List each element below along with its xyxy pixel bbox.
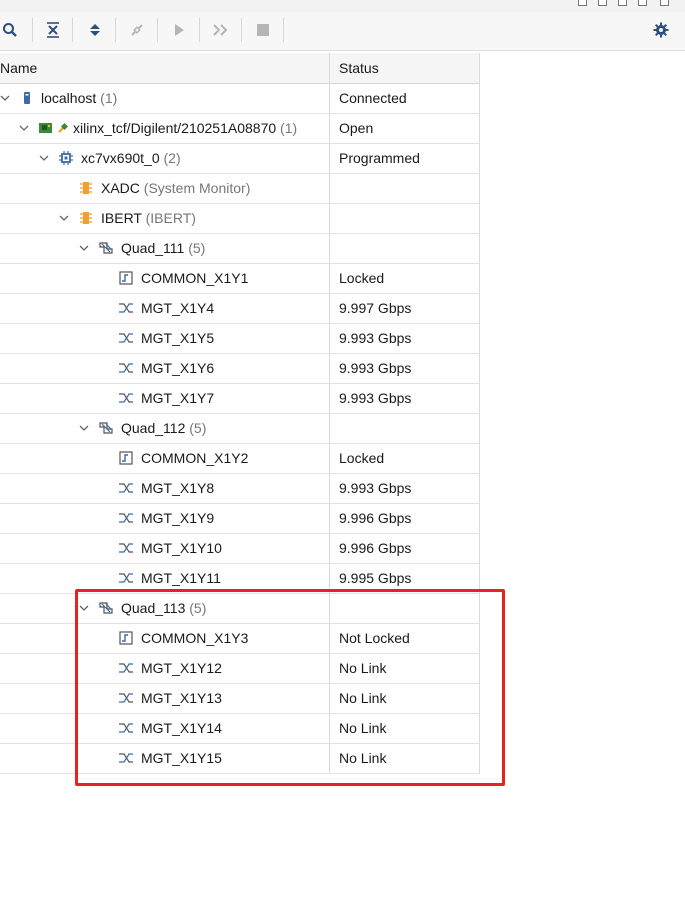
status-cell: Locked xyxy=(339,450,385,466)
tree-row-mgt[interactable]: MGT_X1Y8 9.993 Gbps xyxy=(0,473,480,504)
status-cell: 9.997 Gbps xyxy=(339,300,412,316)
toolbar xyxy=(0,12,685,51)
server-icon xyxy=(19,90,35,106)
tree-row-label: COMMON_X1Y2 xyxy=(141,450,249,466)
status-cell: Open xyxy=(339,120,374,136)
run-icon[interactable] xyxy=(169,20,189,40)
status-cell: 9.993 Gbps xyxy=(339,480,412,496)
tree-row-label: MGT_X1Y4 xyxy=(141,300,215,316)
expand-all-icon[interactable] xyxy=(85,20,105,40)
tree-row-label: MGT_X1Y5 xyxy=(141,330,215,346)
tree-row-label: MGT_X1Y8 xyxy=(141,480,215,496)
board-icon xyxy=(38,120,54,136)
gear-icon[interactable] xyxy=(651,20,671,40)
status-cell: 9.996 Gbps xyxy=(339,540,412,556)
chevron-down-icon[interactable] xyxy=(17,113,31,143)
tree-row-mgt[interactable]: MGT_X1Y6 9.993 Gbps xyxy=(0,353,480,384)
tree-row-label: MGT_X1Y6 xyxy=(141,360,215,376)
tree-row-label: MGT_X1Y9 xyxy=(141,510,215,526)
tree-row-label: xilinx_tcf/Digilent/210251A08870 (1) xyxy=(73,120,298,136)
tree-row-mgt[interactable]: MGT_X1Y10 9.996 Gbps xyxy=(0,533,480,564)
quad-icon xyxy=(98,420,114,436)
tree-row-device[interactable]: xc7vx690t_0 (2) Programmed xyxy=(0,143,480,174)
tree-row-label: Quad_112 (5) xyxy=(121,420,207,436)
tree-row-quad[interactable]: Quad_111 (5) xyxy=(0,233,480,264)
mgt-icon xyxy=(118,570,134,586)
chevron-down-icon[interactable] xyxy=(0,83,12,113)
search-icon[interactable] xyxy=(0,20,20,40)
tree-row-label: IBERT (IBERT) xyxy=(101,210,196,226)
tree-row-quad[interactable]: Quad_112 (5) xyxy=(0,413,480,444)
quad-icon xyxy=(98,240,114,256)
status-cell: Locked xyxy=(339,270,385,286)
toolbar-separator xyxy=(283,18,284,42)
ip-core-icon xyxy=(78,180,94,196)
tree-row-label: COMMON_X1Y1 xyxy=(141,270,249,286)
mgt-icon xyxy=(118,540,134,556)
mgt-icon xyxy=(118,330,134,346)
close-icon[interactable] xyxy=(660,0,669,6)
pll-icon xyxy=(118,270,134,286)
status-cell: 9.993 Gbps xyxy=(339,360,412,376)
mgt-icon xyxy=(118,480,134,496)
float-icon[interactable] xyxy=(638,0,647,6)
tree-row-common[interactable]: COMMON_X1Y2 Locked xyxy=(0,443,480,474)
toolbar-separator xyxy=(115,18,116,42)
tree-row-mgt[interactable]: MGT_X1Y9 9.996 Gbps xyxy=(0,503,480,534)
minimize-icon[interactable] xyxy=(578,0,587,6)
toolbar-separator xyxy=(157,18,158,42)
toolbar-separator xyxy=(241,18,242,42)
collapse-all-icon[interactable] xyxy=(43,20,63,40)
pll-icon xyxy=(118,450,134,466)
highlight-annotation xyxy=(75,589,505,786)
mgt-icon xyxy=(118,360,134,376)
column-header-status[interactable]: Status xyxy=(339,53,379,83)
status-cell: 9.993 Gbps xyxy=(339,390,412,406)
status-cell: Programmed xyxy=(339,150,420,166)
connected-plug-icon xyxy=(55,120,71,136)
tree-row-label: XADC (System Monitor) xyxy=(101,180,251,196)
toolbar-separator xyxy=(32,18,33,42)
tree-row-label: MGT_X1Y7 xyxy=(141,390,215,406)
maximize-icon[interactable] xyxy=(618,0,627,6)
chip-icon xyxy=(58,150,74,166)
mgt-icon xyxy=(118,390,134,406)
chevron-down-icon[interactable] xyxy=(57,203,71,233)
auto-connect-icon[interactable] xyxy=(127,20,147,40)
tree-row-label: localhost (1) xyxy=(41,90,118,106)
chevron-down-icon[interactable] xyxy=(77,413,91,443)
tree-row-ibert[interactable]: IBERT (IBERT) xyxy=(0,203,480,234)
status-cell: Connected xyxy=(339,90,407,106)
restore-icon[interactable] xyxy=(598,0,607,6)
tree-row-label: Quad_111 (5) xyxy=(121,240,206,256)
tree-row-target[interactable]: xilinx_tcf/Digilent/210251A08870 (1) Ope… xyxy=(0,113,480,144)
tree-row-common[interactable]: COMMON_X1Y1 Locked xyxy=(0,263,480,294)
column-header-name[interactable]: Name xyxy=(0,53,37,83)
status-cell: 9.996 Gbps xyxy=(339,510,412,526)
column-header-row: Name Status xyxy=(0,53,480,84)
chevron-down-icon[interactable] xyxy=(37,143,51,173)
stop-icon[interactable] xyxy=(253,20,273,40)
mgt-icon xyxy=(118,300,134,316)
tree-row-label: MGT_X1Y10 xyxy=(141,540,222,556)
tree-row-localhost[interactable]: localhost (1) Connected xyxy=(0,83,480,114)
tree-row-mgt[interactable]: MGT_X1Y7 9.993 Gbps xyxy=(0,383,480,414)
toolbar-separator xyxy=(199,18,200,42)
ip-core-icon xyxy=(78,210,94,226)
mgt-icon xyxy=(118,510,134,526)
tree-row-label: xc7vx690t_0 (2) xyxy=(81,150,181,166)
tree-row-xadc[interactable]: XADC (System Monitor) xyxy=(0,173,480,204)
toolbar-separator xyxy=(72,18,73,42)
chevron-down-icon[interactable] xyxy=(77,233,91,263)
tree-row-mgt[interactable]: MGT_X1Y5 9.993 Gbps xyxy=(0,323,480,354)
run-all-icon[interactable] xyxy=(211,20,231,40)
tree-row-mgt[interactable]: MGT_X1Y4 9.997 Gbps xyxy=(0,293,480,324)
status-cell: 9.993 Gbps xyxy=(339,330,412,346)
